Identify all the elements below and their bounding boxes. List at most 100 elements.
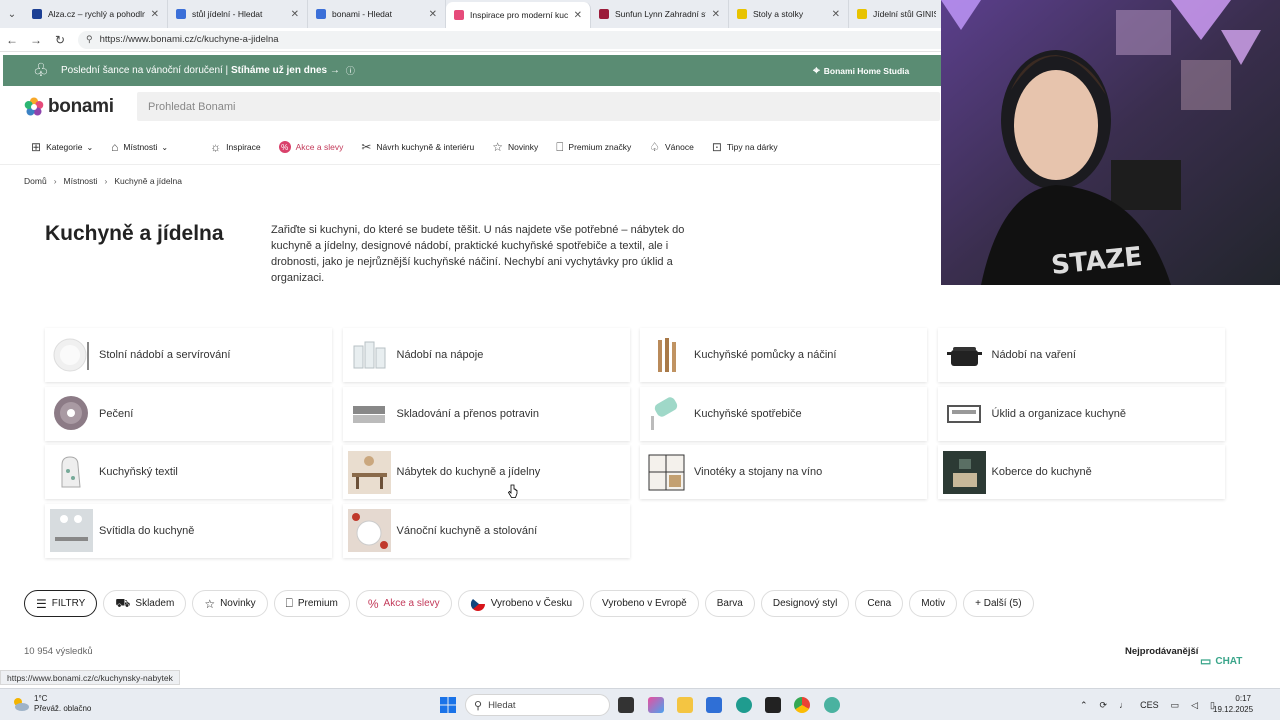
terminal-icon[interactable] xyxy=(765,697,781,713)
menu-item-0[interactable]: ⊞ Kategorie ⌄ xyxy=(31,140,93,154)
language-indicator[interactable]: CES xyxy=(1140,700,1159,710)
filter-chip-8[interactable]: Designový styl xyxy=(760,590,850,617)
network-app-icon[interactable]: ⟳ xyxy=(1100,700,1108,711)
copilot-icon[interactable] xyxy=(648,697,664,713)
header-divider xyxy=(0,164,940,165)
filter-chip-2[interactable]: ☆ Novinky xyxy=(192,590,268,617)
menu-item-7[interactable]: ♤ Vánoce xyxy=(649,140,694,154)
czech-flag-icon xyxy=(470,596,486,612)
tab-title: Inspirace pro moderní kuchy xyxy=(470,10,568,20)
browser-tab[interactable]: bonami - Hledat ✕ xyxy=(308,0,446,28)
filter-chip-3[interactable]: ⎕ Premium xyxy=(273,590,350,617)
taskbar-search[interactable]: ⚲ Hledat xyxy=(465,694,610,716)
category-card[interactable]: Nádobí na vaření xyxy=(937,328,1225,382)
chrome-icon[interactable] xyxy=(794,697,810,713)
category-card[interactable]: Úklid a organizace kuchyně xyxy=(937,386,1225,441)
percent-icon: % xyxy=(367,596,379,611)
bonami-logo[interactable]: bonami xyxy=(24,96,114,118)
tray-overflow-icon[interactable]: ⌃ xyxy=(1080,700,1088,711)
sconto-favicon xyxy=(857,9,867,19)
menu-item-1[interactable]: ⌂ Místnosti ⌄ xyxy=(111,140,168,154)
filter-chip-1[interactable]: ⛟ Skladem xyxy=(103,590,187,617)
filter-chip-4[interactable]: % Akce a slevy xyxy=(355,590,452,617)
close-tab-icon[interactable]: ✕ xyxy=(712,9,720,20)
tab-list-menu-button[interactable]: ⌄ xyxy=(0,0,24,28)
task-view-icon[interactable] xyxy=(618,697,634,713)
browser-tab[interactable]: Sunfun Lynn Zahradní stůl | B ✕ xyxy=(591,0,729,28)
windows-start-icon[interactable] xyxy=(440,697,456,713)
category-card[interactable]: Skladování a přenos potravin xyxy=(342,386,630,441)
url-field[interactable]: ⚲ https://www.bonami.cz/c/kuchyne-a-jide… xyxy=(78,30,978,49)
menu-item-label: Premium značky xyxy=(568,142,632,152)
display-icon[interactable]: ▭ xyxy=(1171,700,1180,711)
filter-chip-7[interactable]: Barva xyxy=(704,590,755,617)
promo-banner[interactable]: ♧ Poslední šance na vánoční doručení | S… xyxy=(3,55,943,86)
category-card[interactable]: Vánoční kuchyně a stolování xyxy=(342,503,630,558)
category-card-label: Vánoční kuchyně a stolování xyxy=(396,524,538,537)
weather-widget[interactable]: 1°C Převáž. oblačno xyxy=(10,694,91,714)
filter-chip-5[interactable]: Vyrobeno v Česku xyxy=(457,590,585,617)
browser-tab[interactable]: Inspirace pro moderní kuchy ✕ xyxy=(446,2,591,28)
menu-item-2[interactable]: ☼ Inspirace xyxy=(210,140,261,154)
reload-icon[interactable]: ↻ xyxy=(48,33,72,47)
filter-chip-11[interactable]: + Další (5) xyxy=(963,590,1034,617)
forward-icon[interactable]: → xyxy=(24,33,48,47)
close-tab-icon[interactable]: ✕ xyxy=(574,10,582,21)
site-header: bonami Prohledat Bonami xyxy=(0,86,940,128)
menu-item-6[interactable]: ⎕ Premium značky xyxy=(556,140,631,155)
close-tab-icon[interactable]: ✕ xyxy=(429,9,437,20)
outlook-icon[interactable] xyxy=(706,697,722,713)
filter-chip-label: Cena xyxy=(867,598,892,609)
studio-link[interactable]: ⌖ Bonami Home Studia xyxy=(813,63,909,78)
site-info-icon[interactable]: ⚲ xyxy=(86,34,93,45)
breadcrumb-item[interactable]: Místnosti xyxy=(64,176,98,186)
chevron-down-icon: ⌄ xyxy=(161,142,169,152)
menu-item-3[interactable]: % Akce a slevy xyxy=(278,141,343,153)
close-tab-icon[interactable]: ✕ xyxy=(291,9,299,20)
close-tab-icon[interactable]: ✕ xyxy=(151,9,159,20)
category-card[interactable]: Nádobí na nápoje xyxy=(342,328,630,382)
tab-title: Alza.cz – rychlý a pohodlný ná xyxy=(48,9,145,19)
sort-dropdown[interactable]: Nejprodávanější xyxy=(1125,646,1198,657)
category-card[interactable]: Kuchyňské spotřebiče xyxy=(640,386,927,441)
microphone-icon[interactable]: ♩ xyxy=(1119,700,1128,710)
taskbar-search-label: Hledat xyxy=(488,699,516,711)
category-card[interactable]: Kuchyňský textil xyxy=(45,445,332,499)
menu-item-4[interactable]: ✂ Návrh kuchyně & interiéru xyxy=(361,140,474,154)
filter-chip-6[interactable]: Vyrobeno v Evropě xyxy=(590,590,699,617)
wine-thumbnail xyxy=(645,451,688,494)
chat-button[interactable]: ▭ CHAT xyxy=(1200,654,1242,668)
status-bar-url: https://www.bonami.cz/c/kuchynsky-nabyte… xyxy=(0,670,180,685)
category-card[interactable]: Nábytek do kuchyně a jídelny xyxy=(342,445,630,499)
close-tab-icon[interactable]: ✕ xyxy=(832,9,840,20)
file-explorer-icon[interactable] xyxy=(677,697,693,713)
browser-tab[interactable]: Alza.cz – rychlý a pohodlný ná ✕ xyxy=(24,0,168,28)
category-card[interactable]: Pečení xyxy=(45,386,332,441)
menu-item-5[interactable]: ☆ Novinky xyxy=(492,140,538,154)
site-search-input[interactable]: Prohledat Bonami xyxy=(137,92,940,121)
xmas-thumbnail xyxy=(347,509,391,552)
category-card[interactable]: Svítidla do kuchyně xyxy=(45,503,332,558)
browser-tab[interactable]: Stoly a stolky ✕ xyxy=(729,0,849,28)
volume-icon[interactable]: ◁ xyxy=(1191,700,1198,711)
app-icon[interactable] xyxy=(824,697,840,713)
filter-chip-9[interactable]: Cena xyxy=(855,590,904,617)
browser-tab[interactable]: stůl jídelní - Hledat ✕ xyxy=(168,0,308,28)
filter-chip-10[interactable]: Motiv xyxy=(909,590,958,617)
menu-item-label: Novinky xyxy=(507,142,539,152)
chevron-right-icon: › xyxy=(104,176,108,186)
category-card[interactable]: Stolní nádobí a servírování xyxy=(45,328,332,382)
category-card[interactable]: Kuchyňské pomůcky a náčiní xyxy=(640,328,927,382)
logo-text: bonami xyxy=(48,96,114,117)
edge-icon[interactable] xyxy=(736,697,752,713)
category-card[interactable]: Koberce do kuchyně xyxy=(937,445,1225,499)
filter-chip-0[interactable]: ☰ FILTRY xyxy=(24,590,98,617)
info-icon[interactable]: ⓘ xyxy=(346,64,355,77)
breadcrumb-item[interactable]: Domů xyxy=(24,176,47,186)
browser-tab[interactable]: Jídelní stůl GINISA xyxy=(849,0,945,28)
category-card[interactable]: Vinotéky a stojany na víno xyxy=(640,445,927,499)
sconto-favicon xyxy=(737,9,747,19)
taskbar-clock[interactable]: 0:17 19.12.2025 xyxy=(1213,693,1253,715)
back-icon[interactable]: ← xyxy=(0,33,24,47)
menu-item-8[interactable]: ⊡ Tipy na dárky xyxy=(712,140,778,154)
